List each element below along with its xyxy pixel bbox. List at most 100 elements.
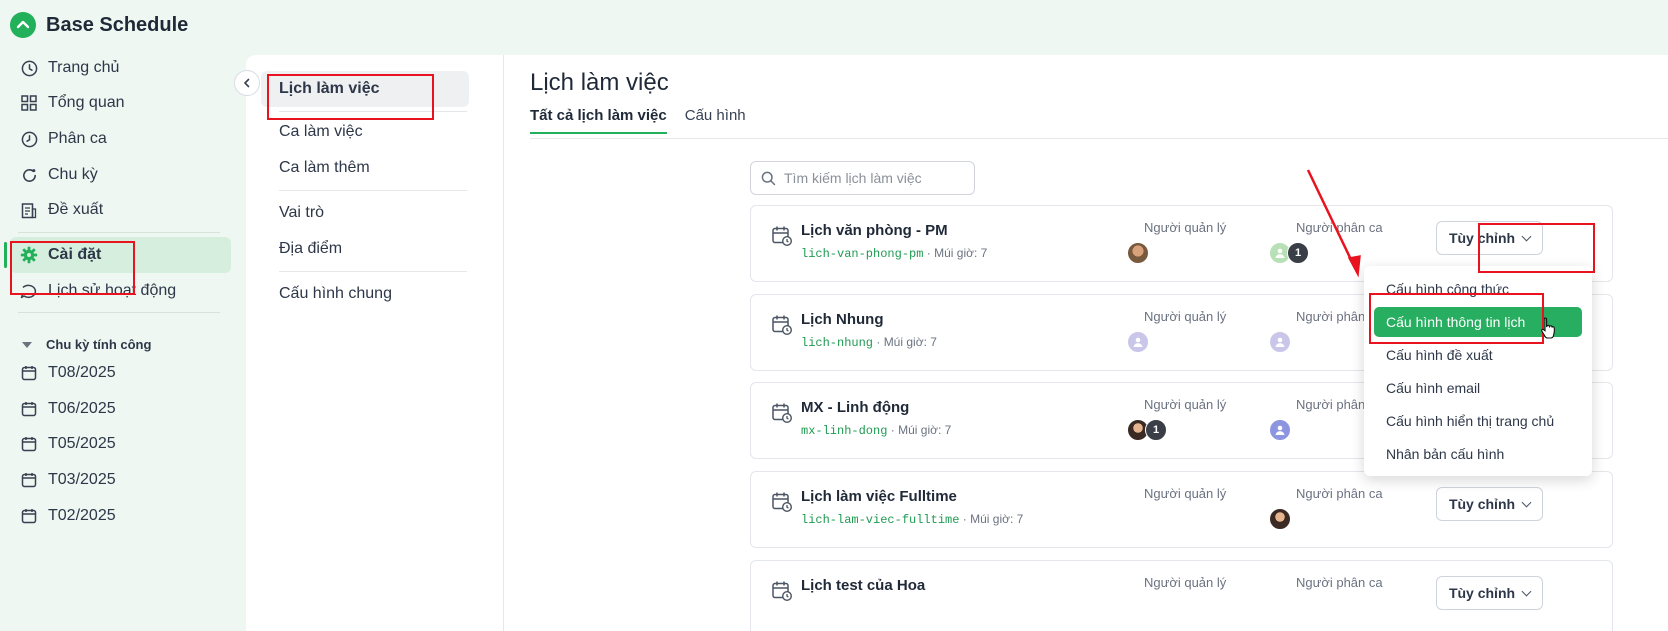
sidebar-item-label: T05/2025 <box>48 435 116 452</box>
sidebar-item-activity-history[interactable]: Lịch sử hoạt động <box>10 273 231 309</box>
tabs: Tất cả lịch làm việc Cấu hình <box>530 107 746 134</box>
schedule-title: Lịch làm việc Fulltime <box>801 488 957 505</box>
subnav-item-overtime[interactable]: Ca làm thêm <box>261 150 469 186</box>
schedule-timezone: · Múi giờ: 7 <box>962 512 1024 526</box>
sidebar-item-label: T02/2025 <box>48 507 116 524</box>
schedule-code: lich-van-phong-pm <box>801 247 924 261</box>
assigner-avatars <box>1269 419 1291 441</box>
calendar-icon <box>20 507 38 525</box>
subnav-divider <box>279 190 467 191</box>
chevron-down-icon <box>1521 231 1532 241</box>
schedule-title: Lịch văn phòng - PM <box>801 222 948 239</box>
sidebar-item-label: Tổng quan <box>48 94 125 111</box>
assigner-avatars <box>1269 508 1291 530</box>
avatar[interactable] <box>1127 331 1149 353</box>
search-icon <box>761 171 776 185</box>
sidebar-item-label: Cài đặt <box>48 246 102 263</box>
calendar-icon <box>20 471 38 489</box>
manager-label: Người quản lý <box>1144 220 1227 235</box>
sidebar-item-label: Đề xuất <box>48 201 104 218</box>
chevron-left-icon <box>243 78 250 88</box>
avatar-overflow-count[interactable]: 1 <box>1287 242 1309 264</box>
menu-item-email-config[interactable]: Cấu hình email <box>1374 373 1582 403</box>
calendar-clock-icon <box>772 403 793 424</box>
menu-item-duplicate-config[interactable]: Nhân bản cấu hình <box>1374 439 1582 469</box>
refresh-icon <box>20 166 38 184</box>
clock-icon <box>20 59 38 77</box>
sidebar-item-period[interactable]: T02/2025 <box>10 498 231 534</box>
tab-config[interactable]: Cấu hình <box>685 107 746 134</box>
schedule-meta: mx-linh-dong · Múi giờ: 7 <box>801 423 951 438</box>
sidebar-item-label: Chu kỳ <box>48 166 98 183</box>
sidebar-item-cycle[interactable]: Chu kỳ <box>10 157 231 193</box>
avatar[interactable] <box>1269 419 1291 441</box>
sidebar-item-settings[interactable]: Cài đặt <box>4 237 231 273</box>
schedule-card[interactable]: Lịch test của Hoa Người quản lý Người ph… <box>750 560 1613 631</box>
schedule-meta: lich-nhung · Múi giờ: 7 <box>801 335 937 350</box>
subnav-item-roles[interactable]: Vai trò <box>261 195 469 231</box>
customize-button[interactable]: Tùy chỉnh <box>1436 221 1543 255</box>
app-title: Base Schedule <box>46 13 189 36</box>
chevron-down-icon <box>1521 586 1532 596</box>
period-section-header[interactable]: Chu kỳ tính công <box>22 337 151 352</box>
menu-item-homepage-display-config[interactable]: Cấu hình hiển thị trang chủ <box>1374 406 1582 436</box>
menu-item-formula-config[interactable]: Cấu hình công thức <box>1374 274 1582 304</box>
subnav-item-locations[interactable]: Địa điểm <box>261 231 469 267</box>
avatar[interactable] <box>1269 508 1291 530</box>
tabs-divider <box>530 138 1668 139</box>
assigner-label: Người phân ca <box>1296 486 1383 501</box>
schedule-title: Lịch Nhung <box>801 311 884 328</box>
customize-label: Tùy chỉnh <box>1448 496 1516 512</box>
collapse-sidebar-button[interactable] <box>234 70 260 96</box>
search-box[interactable] <box>750 161 975 195</box>
page-title: Lịch làm việc <box>530 69 669 96</box>
search-input[interactable] <box>784 170 964 186</box>
assigner-label: Người phân <box>1296 397 1366 412</box>
customize-dropdown-menu: Cấu hình công thức Cấu hình thông tin lị… <box>1364 266 1592 476</box>
schedule-code: lich-lam-viec-fulltime <box>801 513 960 527</box>
sidebar-item-label: Lịch sử hoạt động <box>48 282 177 299</box>
schedule-meta: lich-lam-viec-fulltime · Múi giờ: 7 <box>801 512 1023 527</box>
history-icon <box>20 282 38 300</box>
sidebar-item-proposals[interactable]: Đề xuất <box>10 192 231 228</box>
subnav-item-general-config[interactable]: Cấu hình chung <box>261 276 469 312</box>
schedule-timezone: · Múi giờ: 7 <box>876 335 937 349</box>
avatar[interactable] <box>1269 331 1291 353</box>
sidebar-item-period[interactable]: T06/2025 <box>10 391 231 427</box>
tab-all-schedules[interactable]: Tất cả lịch làm việc <box>530 107 667 134</box>
assigner-label: Người phân ca <box>1296 575 1383 590</box>
avatar[interactable] <box>1127 242 1149 264</box>
gear-icon <box>20 246 38 264</box>
schedule-card[interactable]: Lịch làm việc Fulltime lich-lam-viec-ful… <box>750 471 1613 548</box>
logo-icon[interactable] <box>10 12 36 38</box>
schedule-code: lich-nhung <box>801 336 874 350</box>
sidebar-item-shifts[interactable]: Phân ca <box>10 121 231 157</box>
hand-cursor-icon <box>1541 317 1555 339</box>
customize-button[interactable]: Tùy chỉnh <box>1436 576 1543 610</box>
menu-item-proposal-config[interactable]: Cấu hình đề xuất <box>1374 340 1582 370</box>
schedule-meta: lich-van-phong-pm · Múi giờ: 7 <box>801 246 987 261</box>
subnav-divider <box>279 271 467 272</box>
schedule-title: Lịch test của Hoa <box>801 577 926 594</box>
subnav-item-shifts[interactable]: Ca làm việc <box>261 114 469 150</box>
customize-button[interactable]: Tùy chỉnh <box>1436 487 1543 521</box>
sidebar-item-overview[interactable]: Tổng quan <box>10 85 231 121</box>
calendar-icon <box>20 435 38 453</box>
sidebar-item-period[interactable]: T03/2025 <box>10 462 231 498</box>
assigner-label: Người phân ca <box>1296 220 1383 235</box>
sidebar: Trang chủ Tổng quan Phân ca Chu kỳ Đề xu… <box>0 50 246 631</box>
subnav-divider <box>279 111 467 112</box>
subnav-item-work-schedule[interactable]: Lịch làm việc <box>261 71 469 107</box>
sidebar-divider <box>18 232 220 233</box>
document-icon <box>20 201 38 219</box>
manager-label: Người quản lý <box>1144 486 1227 501</box>
sidebar-divider <box>18 312 220 313</box>
schedule-title: MX - Linh động <box>801 399 910 416</box>
avatar-overflow-count[interactable]: 1 <box>1145 419 1167 441</box>
sidebar-item-home[interactable]: Trang chủ <box>10 50 231 86</box>
calendar-clock-icon <box>772 581 793 602</box>
caret-down-icon <box>22 341 32 348</box>
sidebar-item-period[interactable]: T08/2025 <box>10 355 231 391</box>
period-section-title: Chu kỳ tính công <box>46 337 152 352</box>
sidebar-item-period[interactable]: T05/2025 <box>10 426 231 462</box>
